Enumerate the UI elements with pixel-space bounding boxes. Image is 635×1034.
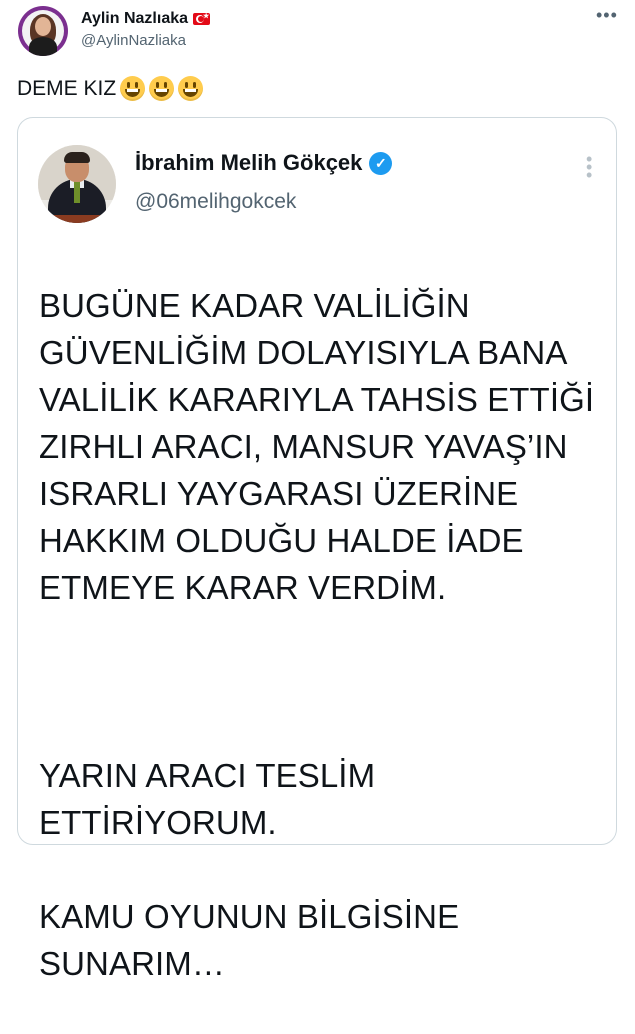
author-avatar[interactable] bbox=[18, 6, 68, 56]
quoted-author-name-row[interactable]: İbrahim Melih Gökçek ✓ bbox=[135, 150, 393, 176]
quoted-author-avatar[interactable] bbox=[38, 145, 116, 223]
more-options-icon[interactable]: ••• bbox=[596, 6, 618, 24]
quoted-author-handle[interactable]: @06melihgokcek bbox=[135, 190, 296, 214]
verified-badge-icon: ✓ bbox=[369, 151, 393, 175]
grinning-face-icon bbox=[120, 76, 146, 101]
tweet-text-content: DEME KIZ bbox=[17, 76, 117, 100]
grinning-face-icon bbox=[178, 76, 204, 101]
turkey-flag-icon: ★ bbox=[193, 13, 211, 25]
quoted-tweet-body: BUGÜNE KADAR VALİLİĞİN GÜVENLİĞİM DOLAYI… bbox=[39, 235, 614, 1034]
author-handle[interactable]: @AylinNazliaka bbox=[81, 32, 186, 49]
author-name-row[interactable]: Aylin Nazlıaka ★ bbox=[81, 10, 211, 28]
tweet-text: DEME KIZ bbox=[17, 76, 204, 101]
quoted-author-name[interactable]: İbrahim Melih Gökçek bbox=[135, 150, 362, 176]
quoted-paragraph-2: YARIN ARACI TESLİM ETTİRİYORUM. bbox=[39, 757, 376, 841]
quoted-paragraph-1: BUGÜNE KADAR VALİLİĞİN GÜVENLİĞİM DOLAYI… bbox=[39, 287, 595, 606]
avatar-body bbox=[29, 37, 57, 56]
grinning-face-icon bbox=[149, 76, 175, 101]
quoted-more-options-icon[interactable]: • • • bbox=[586, 150, 592, 184]
author-name[interactable]: Aylin Nazlıaka bbox=[81, 10, 188, 28]
quoted-paragraph-3: KAMU OYUNUN BİLGİSİNE SUNARIM… bbox=[39, 898, 460, 982]
quoted-tweet-card[interactable]: İbrahim Melih Gökçek ✓ @06melihgokcek • •… bbox=[17, 117, 617, 982]
avatar-face bbox=[35, 17, 51, 36]
